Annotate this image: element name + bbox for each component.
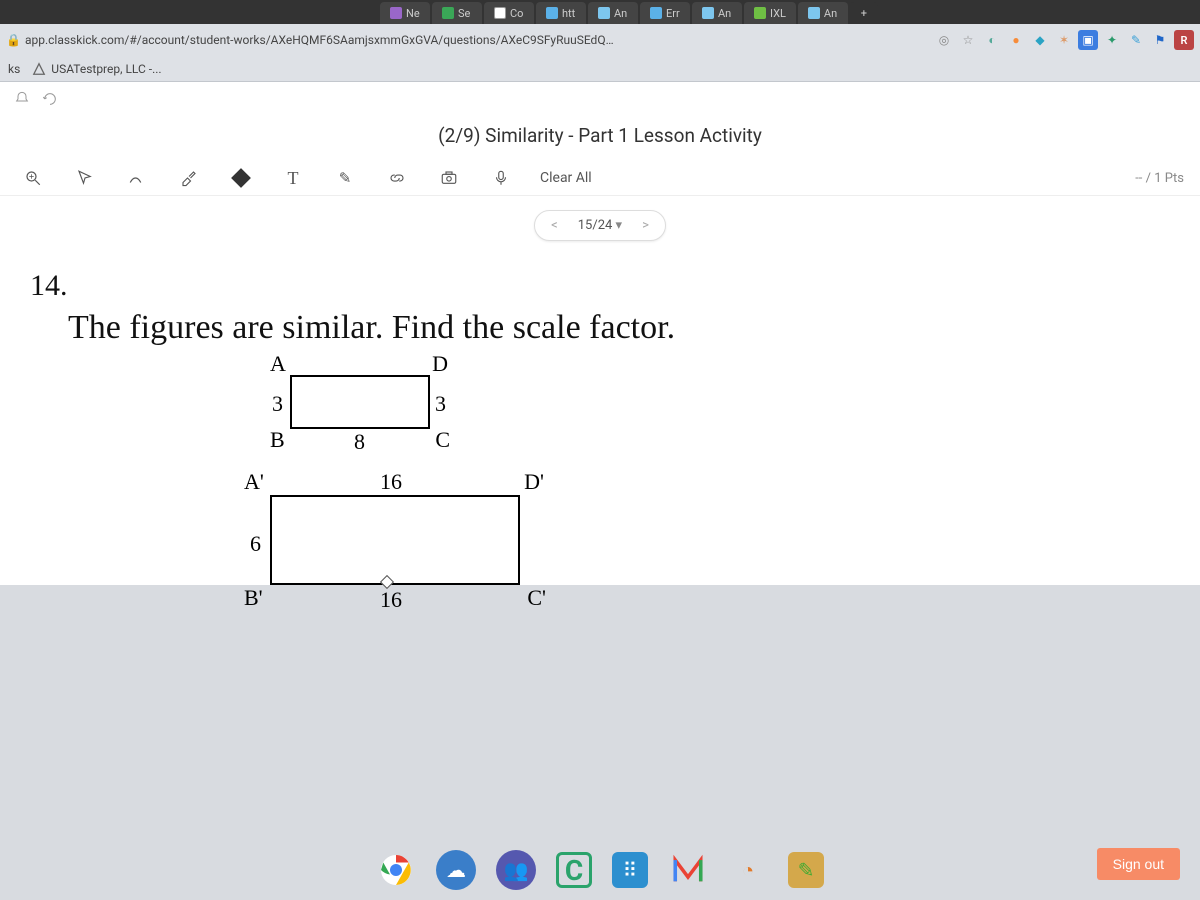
cloud-icon[interactable]: ☁: [436, 850, 476, 890]
refresh-icon[interactable]: [42, 91, 58, 107]
url-text[interactable]: app.classkick.com/#/account/student-work…: [25, 33, 614, 47]
side-top-16: 16: [380, 469, 402, 495]
side-left-3: 3: [272, 391, 283, 417]
bookmark-usatestprep[interactable]: USATestprep, LLC -...: [32, 62, 161, 76]
plus-icon: +: [861, 7, 867, 20]
side-left-6: 6: [250, 531, 261, 557]
tab-7[interactable]: IXL: [744, 2, 796, 24]
vertex-B: B: [270, 427, 285, 453]
shield-icon[interactable]: ◐: [982, 30, 1002, 50]
pointer-icon[interactable]: [72, 165, 98, 191]
pager-prev[interactable]: <: [551, 218, 558, 233]
pen-tool-icon[interactable]: ✎: [332, 165, 358, 191]
figure-small: A B C D 3 3 8: [230, 375, 1170, 429]
puzzle-icon[interactable]: ✶: [1054, 30, 1074, 50]
orange-app-icon[interactable]: ◔: [728, 850, 768, 890]
draw-icon[interactable]: [124, 165, 150, 191]
pen-icon[interactable]: ✎: [1126, 30, 1146, 50]
toolbar: T ✎ Clear All -- / 1 Pts: [0, 161, 1200, 196]
orange-icon[interactable]: ●: [1006, 30, 1026, 50]
app-window: (2/9) Similarity - Part 1 Lesson Activit…: [0, 82, 1200, 585]
new-tab-button[interactable]: +: [850, 2, 878, 24]
tab-8[interactable]: An: [798, 2, 848, 24]
green-icon[interactable]: ✦: [1102, 30, 1122, 50]
tab-label: Se: [458, 7, 470, 20]
zoom-icon[interactable]: [20, 165, 46, 191]
brush-icon[interactable]: ✎: [788, 852, 824, 888]
flag-icon[interactable]: ⚑: [1150, 30, 1170, 50]
points-indicator: -- / 1 Pts: [1135, 171, 1184, 186]
notification-icon[interactable]: [14, 91, 30, 107]
vertex-D: D: [432, 351, 448, 377]
highlighter-icon[interactable]: [176, 165, 202, 191]
tab-6[interactable]: An: [692, 2, 742, 24]
figures: A B C D 3 3 8 A' B' C' D' 6 16: [30, 347, 1170, 585]
vertex-Dp: D': [524, 469, 544, 495]
pager-value[interactable]: 15/24 ▾: [578, 218, 622, 233]
pager-pill: < 15/24 ▾ >: [534, 210, 666, 241]
m-icon[interactable]: [668, 850, 708, 890]
tab-0[interactable]: Ne: [380, 2, 430, 24]
clear-all-button[interactable]: Clear All: [540, 170, 592, 186]
color-icon[interactable]: [228, 165, 254, 191]
pager: < 15/24 ▾ >: [0, 196, 1200, 251]
rect-large: A' B' C' D' 6 16 16: [270, 495, 520, 585]
lesson-title: (2/9) Similarity - Part 1 Lesson Activit…: [0, 116, 1200, 161]
bookmarks-bar: ks USATestprep, LLC -...: [0, 56, 1200, 82]
side-bottom-8: 8: [354, 429, 365, 455]
pager-next[interactable]: >: [642, 218, 649, 233]
tab-1[interactable]: Se: [432, 2, 482, 24]
browser-tabstrip: Ne Se Co htt An Err An IXL An +: [0, 0, 1200, 24]
camera-icon[interactable]: [436, 165, 462, 191]
tab-label: Err: [666, 7, 680, 20]
app-topbar: [0, 82, 1200, 116]
text-tool[interactable]: T: [280, 165, 306, 191]
dots-icon[interactable]: ⠿: [612, 852, 648, 888]
vertex-Bp: B': [244, 585, 263, 611]
link-icon[interactable]: [384, 165, 410, 191]
question-number: 14.: [30, 269, 1170, 303]
tab-label: An: [824, 7, 837, 20]
teams-icon[interactable]: 👥: [496, 850, 536, 890]
bookmarks-left-label: ks: [8, 62, 20, 76]
side-bottom-16: 16: [380, 587, 402, 613]
blue2-icon[interactable]: ▣: [1078, 30, 1098, 50]
tab-2[interactable]: Co: [484, 2, 534, 24]
tab-5[interactable]: Err: [640, 2, 690, 24]
tab-4[interactable]: An: [588, 2, 638, 24]
bookmark-label: USATestprep, LLC -...: [51, 62, 161, 76]
blue-icon[interactable]: ◆: [1030, 30, 1050, 50]
classkick-c-icon[interactable]: C: [556, 852, 592, 888]
mic-icon[interactable]: [488, 165, 514, 191]
vertex-Cp: C': [527, 585, 546, 611]
chrome-icon[interactable]: [376, 850, 416, 890]
star-icon[interactable]: ☆: [958, 30, 978, 50]
question-text: The figures are similar. Find the scale …: [68, 309, 1170, 347]
location-icon[interactable]: ◎: [934, 30, 954, 50]
vertex-C: C: [435, 427, 450, 453]
tab-3[interactable]: htt: [536, 2, 586, 24]
chevron-down-icon: ▾: [616, 218, 623, 233]
tab-label: htt: [562, 7, 575, 20]
lock-icon: 🔒: [6, 33, 21, 47]
tab-label: Ne: [406, 7, 420, 20]
sign-out-button[interactable]: Sign out: [1097, 848, 1180, 880]
tab-label: An: [614, 7, 627, 20]
figure-large: A' B' C' D' 6 16 16: [230, 495, 1170, 585]
rect-small: A B C D 3 3 8: [290, 375, 430, 429]
tab-label: An: [718, 7, 731, 20]
vertex-Ap: A': [244, 469, 264, 495]
bookmark-icon: [32, 62, 46, 76]
side-right-3: 3: [435, 391, 446, 417]
address-bar: 🔒 app.classkick.com/#/account/student-wo…: [0, 24, 1200, 56]
vertex-A: A: [270, 351, 286, 377]
r-icon[interactable]: R: [1174, 30, 1194, 50]
tab-label: IXL: [770, 7, 786, 20]
taskbar: ☁ 👥 C ⠿ ◔ ✎: [0, 840, 1200, 900]
question-area: 14. The figures are similar. Find the sc…: [0, 251, 1200, 585]
tab-label: Co: [510, 7, 523, 20]
